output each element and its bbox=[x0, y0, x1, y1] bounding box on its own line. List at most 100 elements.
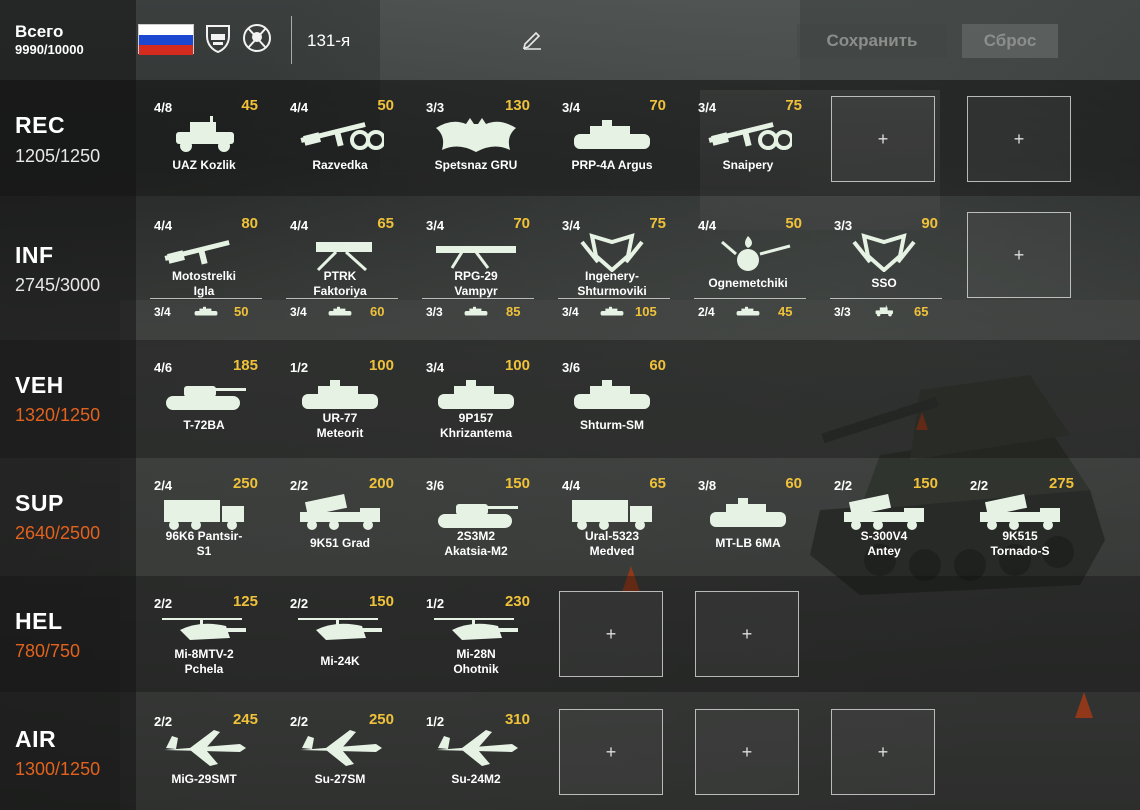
unit-name-line2: S1 bbox=[196, 544, 212, 558]
empty-slot-rec-1[interactable]: + bbox=[831, 96, 935, 182]
unit-count: 2/2 bbox=[154, 596, 173, 611]
mlrs-truck-icon bbox=[296, 492, 384, 532]
unit-name-line2: Antey bbox=[867, 544, 901, 558]
category-points-rec: 1205/1250 bbox=[15, 146, 101, 166]
category-name-air: AIR bbox=[15, 726, 57, 752]
unit-count: 3/6 bbox=[562, 360, 581, 375]
unit-cost: 70 bbox=[513, 215, 530, 232]
unit-name: Mi-8MTV-2 bbox=[174, 647, 234, 661]
transport-count: 3/3 bbox=[426, 305, 443, 319]
attack-helicopter-icon bbox=[296, 610, 384, 650]
transport-divider bbox=[150, 298, 262, 299]
tracked-atgm-icon bbox=[568, 374, 656, 414]
unit-cost: 310 bbox=[504, 711, 530, 728]
transport-apc-icon bbox=[460, 305, 492, 317]
reset-button[interactable]: Сброс bbox=[962, 24, 1058, 58]
empty-slot-rec-2[interactable]: + bbox=[967, 96, 1071, 182]
unit-name-line2: Khrizantema bbox=[439, 426, 513, 440]
unit-name: MiG-29SMT bbox=[171, 772, 237, 786]
transport-count: 3/3 bbox=[834, 305, 851, 319]
unit-name: Shturm-SM bbox=[580, 418, 644, 432]
unit-name: 9P157 bbox=[458, 411, 494, 425]
transport-count: 3/4 bbox=[562, 305, 579, 319]
unit-cost: 50 bbox=[785, 215, 802, 232]
unit-name: Su-27SM bbox=[314, 772, 366, 786]
unit-name-line2: Meteorit bbox=[316, 426, 364, 440]
unit-count: 3/4 bbox=[562, 100, 581, 115]
division-armor-emblem-icon[interactable] bbox=[203, 22, 233, 54]
transport-divider bbox=[694, 298, 806, 299]
mine-clearing-vehicle-icon bbox=[296, 374, 384, 414]
transport-count: 2/4 bbox=[698, 305, 715, 319]
unit-name: Ural-5323 bbox=[584, 529, 640, 543]
transport-cost: 50 bbox=[234, 304, 249, 319]
unit-name: S-300V4 bbox=[860, 529, 908, 543]
category-name-inf: INF bbox=[15, 242, 54, 268]
unit-name-line2: Vampyr bbox=[454, 284, 498, 298]
unit-name-line2: Pchela bbox=[184, 662, 224, 676]
unit-name: Ingenery- bbox=[584, 269, 639, 283]
transport-cost: 45 bbox=[778, 304, 793, 319]
unit-count: 2/2 bbox=[154, 714, 173, 729]
unit-name: Razvedka bbox=[312, 158, 368, 172]
transport-apc-icon bbox=[190, 305, 222, 317]
unit-count: 1/2 bbox=[426, 596, 445, 611]
sam-launcher-icon bbox=[840, 492, 928, 532]
unit-cost: 250 bbox=[368, 711, 394, 728]
supply-truck-icon bbox=[568, 492, 656, 532]
unit-name: T-72BA bbox=[183, 418, 225, 432]
unit-count: 3/4 bbox=[562, 218, 581, 233]
deck-header: Всего 9990/10000 131-я Сохранить Сброс bbox=[0, 0, 1140, 80]
unit-name: UR-77 bbox=[322, 411, 358, 425]
empty-slot-air-3[interactable]: + bbox=[831, 709, 935, 795]
unit-name-line2: Ohotnik bbox=[453, 662, 499, 676]
unit-cost: 75 bbox=[785, 97, 802, 114]
engineer-emblem-icon bbox=[568, 232, 656, 272]
unit-name: MT-LB 6MA bbox=[715, 536, 781, 550]
unit-name: RPG-29 bbox=[454, 269, 498, 283]
sniper-binoculars-icon bbox=[704, 114, 792, 154]
unit-cost: 125 bbox=[232, 593, 258, 610]
category-name-sup: SUP bbox=[15, 490, 64, 516]
recon-vehicle-icon bbox=[568, 114, 656, 154]
unit-cost: 150 bbox=[912, 475, 938, 492]
unit-name-line2: Shturmoviki bbox=[577, 284, 647, 298]
edit-pencil-icon[interactable] bbox=[521, 28, 543, 50]
jeep-icon bbox=[160, 114, 248, 154]
unit-count: 4/4 bbox=[562, 478, 581, 493]
unit-name: PRP-4A Argus bbox=[571, 158, 653, 172]
transport-apc-icon bbox=[596, 305, 628, 317]
unit-name: 9K515 bbox=[1002, 529, 1038, 543]
unit-cost: 275 bbox=[1048, 475, 1074, 492]
total-label: Всего bbox=[15, 22, 64, 41]
unit-cost: 200 bbox=[368, 475, 394, 492]
atgm-vehicle-icon bbox=[432, 374, 520, 414]
unit-name: PTRK bbox=[323, 269, 357, 283]
empty-slot-hel-2[interactable]: + bbox=[695, 591, 799, 677]
unit-count: 1/2 bbox=[290, 360, 309, 375]
empty-slot-air-1[interactable]: + bbox=[559, 709, 663, 795]
russia-flag-icon[interactable] bbox=[138, 24, 194, 55]
unit-count: 1/2 bbox=[426, 714, 445, 729]
bat-emblem-icon bbox=[436, 118, 516, 152]
empty-slot-hel-1[interactable]: + bbox=[559, 591, 663, 677]
unit-name: Mi-28N bbox=[456, 647, 496, 661]
category-points-sup: 2640/2500 bbox=[15, 523, 101, 543]
unit-count: 4/4 bbox=[154, 218, 173, 233]
unit-cost: 60 bbox=[649, 357, 666, 374]
unit-count: 4/8 bbox=[154, 100, 173, 115]
division-skull-emblem-icon[interactable] bbox=[242, 22, 272, 54]
unit-name: Mi-24K bbox=[320, 654, 360, 668]
empty-slot-air-2[interactable]: + bbox=[695, 709, 799, 795]
deck-name-field[interactable]: 131-я bbox=[307, 31, 350, 51]
category-name-veh: VEH bbox=[15, 372, 64, 398]
unit-count: 2/2 bbox=[290, 478, 309, 493]
transport-cost: 85 bbox=[506, 304, 521, 319]
unit-cost: 75 bbox=[649, 215, 666, 232]
category-name-rec: REC bbox=[15, 112, 66, 138]
empty-slot-inf-1[interactable]: + bbox=[967, 212, 1071, 298]
unit-cost: 90 bbox=[921, 215, 938, 232]
rifle-binoculars-icon bbox=[296, 114, 384, 154]
save-button[interactable]: Сохранить bbox=[797, 24, 947, 58]
unit-cost: 250 bbox=[232, 475, 258, 492]
